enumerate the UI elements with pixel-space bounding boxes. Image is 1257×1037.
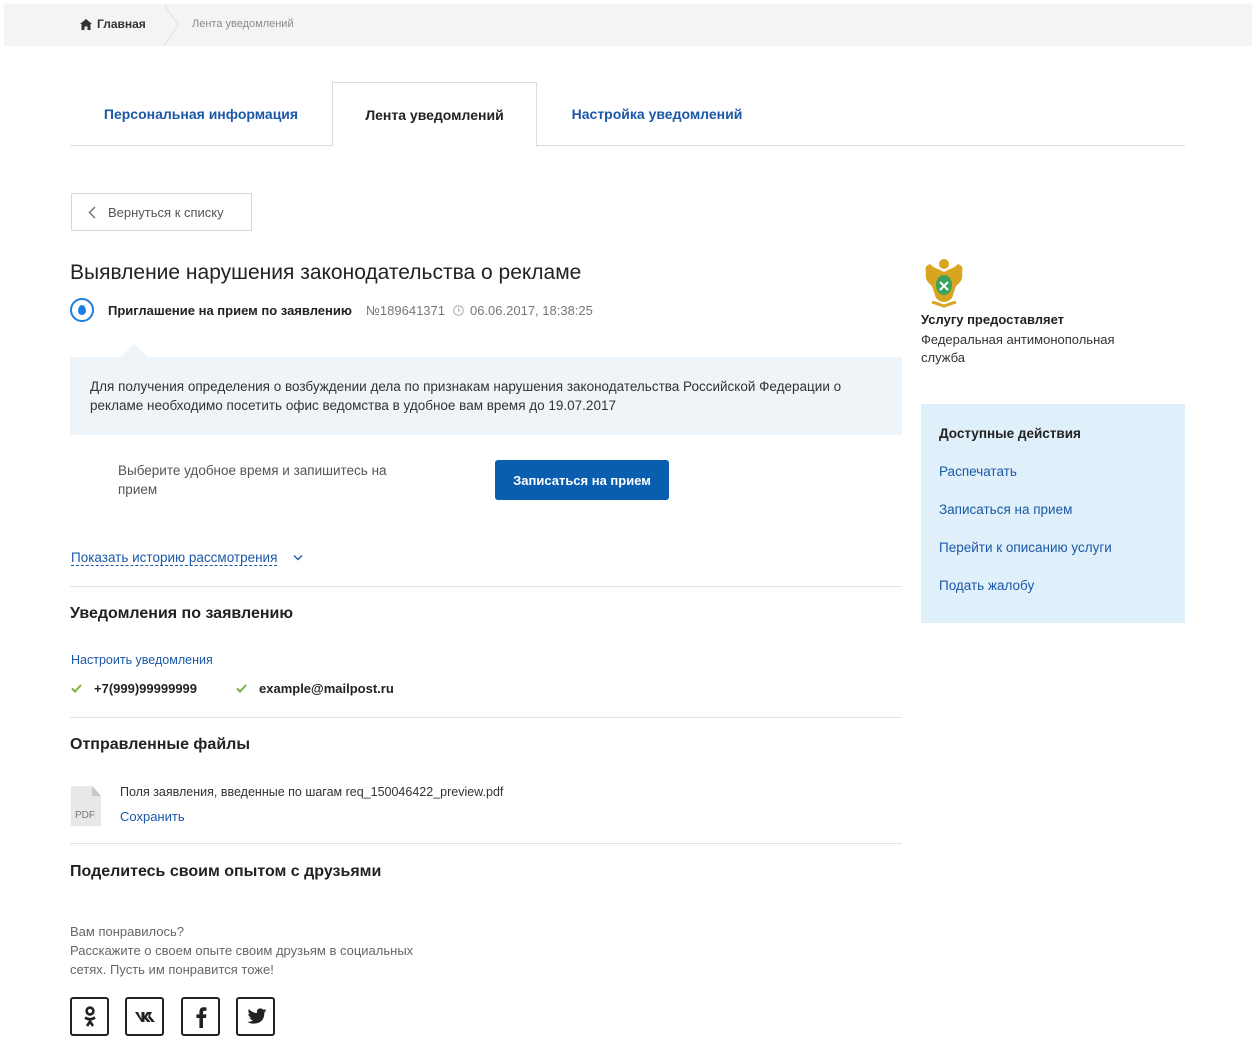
breadcrumb-current: Лента уведомлений (192, 18, 294, 30)
tab-notification-settings[interactable]: Настройка уведомлений (537, 82, 777, 146)
notifications-heading: Уведомления по заявлению (70, 605, 294, 622)
file-complaint-link[interactable]: Подать жалобу (939, 578, 1034, 593)
divider (70, 843, 902, 844)
breadcrumb: Главная Лента уведомлений (4, 4, 1252, 46)
notification-meta: Приглашение на прием по заявлению №18964… (70, 298, 593, 322)
divider (70, 717, 902, 718)
check-icon (71, 684, 82, 693)
check-icon (236, 684, 247, 693)
breadcrumb-separator (164, 4, 178, 46)
show-history-link[interactable]: Показать историю рассмотрения (71, 550, 278, 566)
home-icon (80, 18, 92, 30)
email-address: example@mailpost.ru (259, 681, 394, 696)
vk-icon[interactable] (125, 997, 164, 1036)
booking-hint: Выберите удобное время и запишитесь на п… (118, 463, 387, 497)
phone-number: +7(999)99999999 (94, 681, 198, 696)
share-line-1: Вам понравилось? (70, 924, 184, 939)
location-pin-icon (70, 298, 94, 322)
divider (70, 586, 902, 587)
save-file-link[interactable]: Сохранить (120, 809, 185, 824)
tab-bar: Персональная информация Лента уведомлени… (70, 82, 1185, 147)
breadcrumb-home[interactable]: Главная (80, 17, 146, 31)
book-appointment-button[interactable]: Записаться на прием (495, 460, 669, 500)
notice-message: Для получения определения о возбуждении … (70, 357, 902, 435)
provider-name: Федеральная антимонопольная служба (921, 332, 1115, 365)
share-line-2: Расскажите о своем опыте своим друзьям в… (70, 943, 414, 958)
service-description-link[interactable]: Перейти к описанию услуги (939, 540, 1112, 555)
email-contact: example@mailpost.ru (236, 681, 394, 696)
back-to-list-button[interactable]: Вернуться к списку (71, 193, 252, 231)
facebook-icon[interactable] (181, 997, 220, 1036)
back-button-label: Вернуться к списку (108, 204, 224, 220)
print-link[interactable]: Распечатать (939, 464, 1017, 479)
notification-type: Приглашение на прием по заявлению (108, 302, 352, 318)
fas-emblem-icon (925, 259, 963, 308)
notice-pointer (120, 344, 148, 357)
chevron-left-icon (88, 205, 96, 219)
available-actions-panel: Доступные действия Распечатать Записатьс… (921, 404, 1185, 623)
application-number: №189641371 (365, 302, 445, 318)
share-heading: Поделитесь своим опытом с друзьями (70, 863, 382, 880)
files-heading: Отправленные файлы (70, 736, 250, 753)
breadcrumb-home-label: Главная (97, 17, 146, 31)
configure-notifications-link[interactable]: Настроить уведомления (71, 653, 213, 667)
actions-heading: Доступные действия (939, 426, 1081, 441)
provider-heading: Услугу предоставляет (921, 312, 1065, 327)
share-line-3: сетях. Пусть им понравится тоже! (70, 962, 274, 977)
book-appointment-link[interactable]: Записаться на прием (939, 502, 1072, 517)
notification-date: 06.06.2017, 18:38:25 (469, 302, 593, 318)
phone-contact: +7(999)99999999 (71, 681, 197, 696)
share-description: Вам понравилось? Расскажите о своем опыт… (70, 922, 470, 979)
pdf-file-type: PDF (75, 810, 95, 821)
chevron-down-icon[interactable] (293, 554, 303, 562)
twitter-icon[interactable] (236, 997, 275, 1036)
clock-icon (453, 304, 464, 316)
tab-personal-info[interactable]: Персональная информация (70, 82, 332, 146)
tab-notification-feed[interactable]: Лента уведомлений (332, 82, 537, 147)
file-name: Поля заявления, введенные по шагам req_1… (120, 785, 504, 799)
page-title: Выявление нарушения законодательства о р… (70, 261, 582, 284)
odnoklassniki-icon[interactable] (70, 997, 109, 1036)
